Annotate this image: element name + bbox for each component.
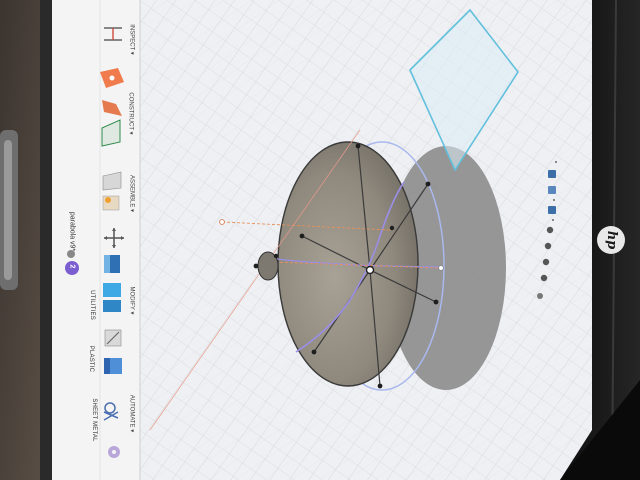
tab-plastic[interactable]: PLASTIC — [88, 344, 94, 374]
laptop-hinge-highlight — [4, 140, 12, 280]
group-modify[interactable]: MODIFY ▾ — [129, 283, 136, 319]
dish-center-point[interactable] — [365, 265, 375, 275]
hp-logo: hp — [597, 226, 625, 254]
open-point-right — [438, 265, 444, 271]
group-inspect[interactable]: INSPECT ▾ — [129, 20, 136, 60]
open-point-left — [219, 219, 225, 225]
modify-extrude-icon[interactable] — [104, 255, 120, 273]
screen-left-bezel — [40, 0, 54, 480]
plastic-rule-icon[interactable] — [104, 329, 122, 347]
group-construct[interactable]: CONSTRUCT ▾ — [128, 89, 135, 139]
sheet-metal-flange-icon[interactable] — [104, 358, 122, 374]
version-badge: 2 — [68, 264, 76, 269]
tab-utilities[interactable]: UTILITIES — [89, 287, 95, 323]
gear-icon[interactable] — [108, 446, 120, 458]
group-assemble[interactable]: ASSEMBLE ▾ — [129, 172, 136, 216]
tab-sheet-metal[interactable]: SHEET METAL — [91, 398, 97, 442]
group-automate[interactable]: AUTOMATE ▾ — [129, 392, 136, 436]
document-title[interactable]: parabola v9* — [69, 210, 76, 254]
